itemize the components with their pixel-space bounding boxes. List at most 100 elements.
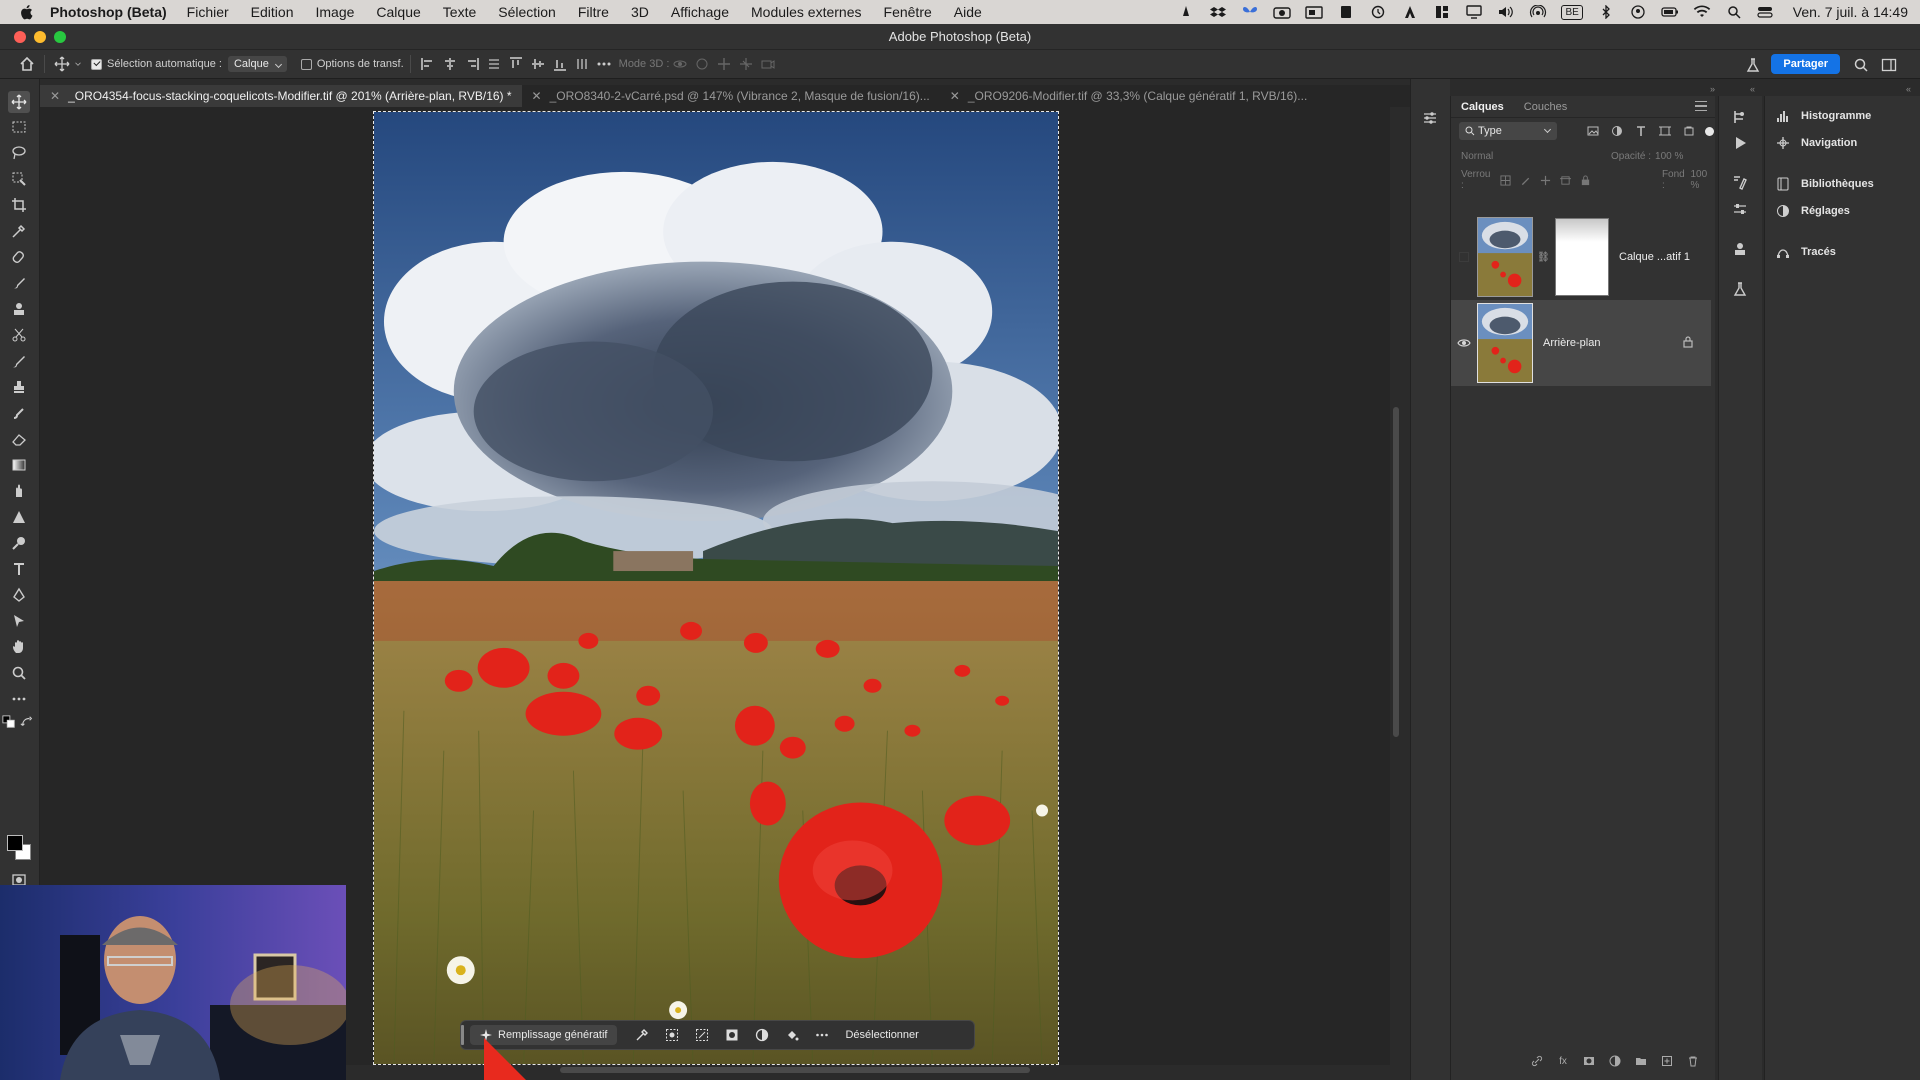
beta-labs-icon[interactable] [1742,54,1764,76]
clone-source-icon[interactable] [1729,238,1751,260]
gradient-tool-icon[interactable] [8,454,30,476]
path-pen-tool-icon[interactable] [8,584,30,606]
clipboard-icon[interactable] [1337,5,1355,19]
blend-mode-dropdown[interactable]: Normal [1461,151,1611,162]
3d-roll-icon[interactable] [691,53,713,75]
search-icon[interactable] [1850,54,1872,76]
align-center-h-icon[interactable] [439,53,461,75]
menu-filtre[interactable]: Filtre [578,4,609,20]
transform-selection-icon[interactable] [687,1023,717,1047]
layer-name[interactable]: Calque ...atif 1 [1619,251,1690,263]
lock-transparent-pixels-icon[interactable] [1499,173,1511,187]
collapse-panel-icon[interactable]: » [1710,84,1715,94]
home-icon[interactable] [16,53,38,75]
time-machine-icon[interactable] [1369,5,1387,19]
tab-document-1[interactable]: ✕ _ORO4354-focus-stacking-coquelicots-Mo… [40,85,522,107]
crop-tool-icon[interactable] [8,194,30,216]
menu-fenetre[interactable]: Fenêtre [884,4,932,20]
3d-camera-icon[interactable] [757,53,779,75]
panel-navigation[interactable]: Navigation [1765,131,1920,155]
default-colors-icon[interactable] [2,715,16,729]
lock-position-icon[interactable] [1540,173,1552,187]
camera-icon[interactable] [1273,5,1292,19]
panel-traces[interactable]: Tracés [1765,240,1920,264]
menu-image[interactable]: Image [315,4,354,20]
dodge-tool-icon[interactable] [8,506,30,528]
chevron-down-icon[interactable] [73,53,83,75]
layer-effects-icon[interactable]: fx [1556,1054,1570,1068]
keyboard-layout-badge[interactable]: BE [1561,4,1583,20]
user-account-icon[interactable] [1629,5,1647,19]
foreground-color-swatch[interactable] [7,835,23,851]
fill-selection-icon[interactable] [777,1023,807,1047]
type-tool-icon[interactable] [8,558,30,580]
brush-tool-icon[interactable] [8,350,30,372]
scissors-tool-icon[interactable] [8,324,30,346]
more-options-icon[interactable] [593,53,615,75]
panel-histogramme[interactable]: Histogramme [1765,104,1920,128]
layer-visibility-toggle[interactable] [1451,300,1477,386]
new-layer-icon[interactable] [1660,1054,1674,1068]
align-top-icon[interactable] [505,53,527,75]
menu-fichier[interactable]: Fichier [187,4,229,20]
layer-lock-icon[interactable] [1683,336,1693,348]
stamp-tool-icon[interactable] [8,298,30,320]
delete-layer-icon[interactable] [1686,1054,1700,1068]
new-group-icon[interactable] [1634,1054,1648,1068]
zoom-window-button[interactable] [54,31,66,43]
move-tool-icon[interactable] [8,91,30,113]
workspace-layout-icon[interactable] [1878,54,1900,76]
transform-controls-checkbox[interactable] [300,58,312,70]
hand-tool-icon[interactable] [8,636,30,658]
lock-all-icon[interactable] [1580,173,1592,187]
volume-icon[interactable] [1497,5,1515,19]
layer-row-generative[interactable]: ⛓ Calque ...atif 1 [1451,214,1711,300]
screen-record-icon[interactable] [1305,5,1324,19]
apple-logo-icon[interactable] [18,3,36,21]
windows-layout-icon[interactable] [1433,5,1451,19]
menu-bar-clock[interactable]: Ven. 7 juil. à 14:49 [1793,4,1908,20]
auto-select-checkbox[interactable] [91,58,102,70]
battery-icon[interactable] [1661,5,1679,19]
lock-artboard-icon[interactable] [1560,173,1572,187]
tab-document-3[interactable]: ✕ _ORO9206-Modifier.tif @ 33,3% (Calque … [940,85,1318,107]
filter-adjustment-icon[interactable] [1609,123,1625,139]
display-icon[interactable] [1465,5,1483,19]
more-options-icon[interactable] [807,1023,837,1047]
agent-icon[interactable] [1401,5,1419,19]
tab-calques[interactable]: Calques [1451,101,1514,113]
filter-pixel-icon[interactable] [1585,123,1601,139]
actions-play-icon[interactable] [1729,132,1751,154]
bluetooth-icon[interactable] [1597,4,1615,20]
filter-shape-icon[interactable] [1657,123,1673,139]
path-selection-tool-icon[interactable] [8,610,30,632]
menu-calque[interactable]: Calque [376,4,420,20]
distribute-icon[interactable] [483,53,505,75]
lock-image-pixels-icon[interactable] [1519,173,1531,187]
layer-visibility-toggle[interactable] [1451,214,1477,300]
layer-mask-thumbnail[interactable] [1555,218,1609,296]
poppy-field-photo[interactable] [373,111,1059,1065]
align-middle-v-icon[interactable] [527,53,549,75]
menu-affichage[interactable]: Affichage [671,4,729,20]
marquee-tool-icon[interactable] [8,116,30,138]
fill-field[interactable]: 100 % [1691,169,1716,191]
tab-document-2[interactable]: ✕ _ORO8340-2-vCarré.psd @ 147% (Vibrance… [522,85,940,107]
pen-tool-icon[interactable] [8,532,30,554]
close-tab-icon[interactable]: ✕ [532,89,542,103]
control-center-icon[interactable] [1757,5,1775,19]
modify-selection-brush-icon[interactable] [627,1023,657,1047]
eraser-tool-icon[interactable] [8,428,30,450]
butterfly-app-icon[interactable] [1241,5,1259,19]
align-bottom-icon[interactable] [549,53,571,75]
menu-aide[interactable]: Aide [954,4,982,20]
smudge-tool-icon[interactable] [8,480,30,502]
create-mask-icon[interactable] [717,1023,747,1047]
3d-pan-icon[interactable] [713,53,735,75]
brush-settings-icon[interactable] [1729,172,1751,194]
drag-handle[interactable] [461,1025,464,1045]
wifi-icon[interactable] [1693,5,1711,19]
minimize-window-button[interactable] [34,31,46,43]
zoom-tool-icon[interactable] [8,662,30,684]
move-tool-preset-icon[interactable] [51,53,73,75]
